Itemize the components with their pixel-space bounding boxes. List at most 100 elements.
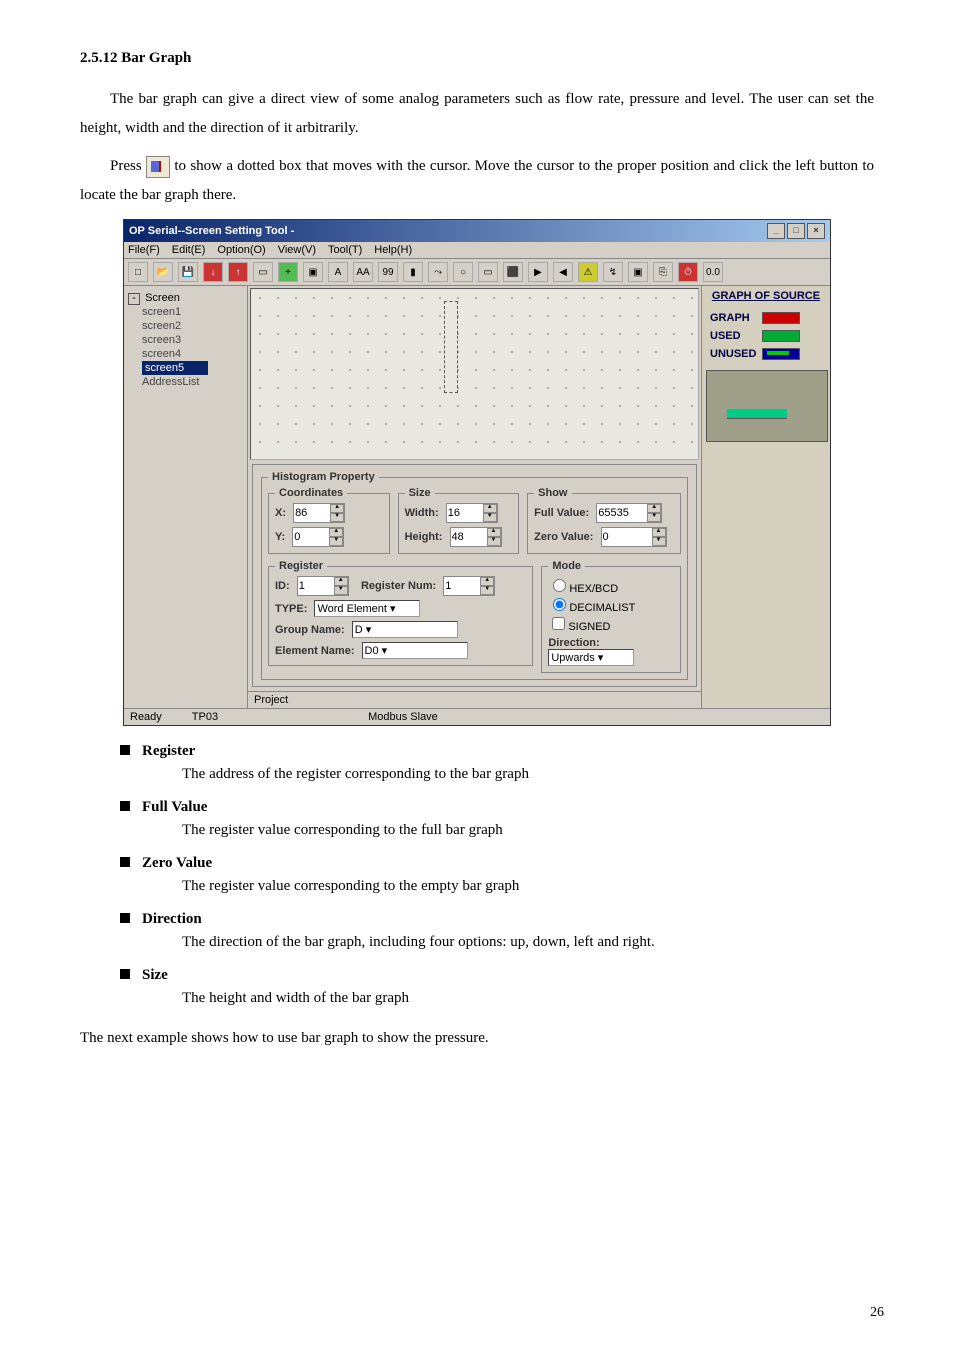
- y-spin-up[interactable]: ▲: [329, 528, 343, 537]
- up-arrow-icon[interactable]: ↑: [228, 262, 248, 282]
- width-input[interactable]: [447, 504, 483, 522]
- fullvalue-spin-up[interactable]: ▲: [647, 504, 661, 513]
- menu-edit[interactable]: Edit(E): [172, 244, 206, 256]
- flag2-icon[interactable]: ◀: [553, 262, 573, 282]
- regnum-input[interactable]: [444, 577, 480, 595]
- width-label: Width:: [405, 507, 439, 519]
- bullet-fullvalue-heading: Full Value: [142, 799, 207, 816]
- x-spin-up[interactable]: ▲: [330, 504, 344, 513]
- groupname-label: Group Name:: [275, 624, 345, 636]
- regnum-label: Register Num:: [361, 580, 436, 592]
- placement-dotted-box[interactable]: [444, 301, 458, 393]
- zerovalue-input[interactable]: [602, 528, 652, 546]
- tree-item-screen5[interactable]: screen5: [142, 361, 208, 375]
- legend-unused-label: UNUSED: [708, 346, 758, 362]
- mode-group: Mode HEX/BCD DECIMALIST SIGNED Direction…: [541, 560, 681, 673]
- tree-item-screen4[interactable]: screen4: [142, 347, 243, 361]
- flag1-icon[interactable]: ▶: [528, 262, 548, 282]
- clock-icon[interactable]: ⏱: [678, 262, 698, 282]
- num-99-icon[interactable]: 99: [378, 262, 398, 282]
- width-spin-down[interactable]: ▼: [483, 513, 497, 522]
- plus-icon[interactable]: +: [278, 262, 298, 282]
- fullvalue-input[interactable]: [597, 504, 647, 522]
- x-input[interactable]: [294, 504, 330, 522]
- y-input[interactable]: [293, 528, 329, 546]
- tree-item-screen2[interactable]: screen2: [142, 319, 243, 333]
- legend-used-label: USED: [708, 328, 758, 344]
- zerovalue-spin-down[interactable]: ▼: [652, 537, 666, 546]
- bullet-direction-text: The direction of the bar graph, includin…: [182, 930, 874, 954]
- legend-used-color: [762, 330, 800, 342]
- tree-item-screen3[interactable]: screen3: [142, 333, 243, 347]
- tool-c-icon[interactable]: ⎘: [653, 262, 673, 282]
- histogram-legend: Histogram Property: [268, 471, 379, 483]
- bullet-register-heading: Register: [142, 743, 195, 760]
- direction-select[interactable]: Upwards ▾: [548, 649, 634, 666]
- maximize-button[interactable]: □: [787, 223, 805, 239]
- section-title: 2.5.12 Bar Graph: [80, 50, 874, 67]
- minimize-button[interactable]: _: [767, 223, 785, 239]
- tree-root-label[interactable]: Screen: [145, 292, 180, 304]
- num-00-icon[interactable]: 0.0: [703, 262, 723, 282]
- new-icon[interactable]: □: [128, 262, 148, 282]
- tool-b-icon[interactable]: ▣: [628, 262, 648, 282]
- signed-checkbox[interactable]: [552, 617, 565, 630]
- text-aa-icon[interactable]: AA: [353, 262, 373, 282]
- coordinates-group: Coordinates X: ▲▼ Y: ▲▼: [268, 487, 390, 554]
- height-spin-down[interactable]: ▼: [487, 537, 501, 546]
- id-input[interactable]: [298, 577, 334, 595]
- zerovalue-label: Zero Value:: [534, 531, 593, 543]
- bargraph-icon[interactable]: ▮: [403, 262, 423, 282]
- tree-item-screen1[interactable]: screen1: [142, 305, 243, 319]
- open-icon[interactable]: 📂: [153, 262, 173, 282]
- lamp-icon[interactable]: ○: [453, 262, 473, 282]
- groupname-select[interactable]: D ▾: [352, 621, 458, 638]
- down-arrow-icon[interactable]: ↓: [203, 262, 223, 282]
- alarm-icon[interactable]: ⚠: [578, 262, 598, 282]
- box-icon[interactable]: ▣: [303, 262, 323, 282]
- x-spin-down[interactable]: ▼: [330, 513, 344, 522]
- menu-file[interactable]: File(F): [128, 244, 160, 256]
- tree-item-addresslist[interactable]: AddressList: [142, 375, 243, 389]
- coordinates-legend: Coordinates: [275, 487, 347, 499]
- menu-option[interactable]: Option(O): [217, 244, 265, 256]
- width-spin-up[interactable]: ▲: [483, 504, 497, 513]
- bullet-size-text: The height and width of the bar graph: [182, 986, 874, 1010]
- elementname-select[interactable]: D0 ▾: [362, 642, 468, 659]
- text-a-icon[interactable]: A: [328, 262, 348, 282]
- id-spin-up[interactable]: ▲: [334, 577, 348, 586]
- trend-icon[interactable]: ⤳: [428, 262, 448, 282]
- close-button[interactable]: ×: [807, 223, 825, 239]
- hexbcd-radio[interactable]: [553, 579, 566, 592]
- height-input[interactable]: [451, 528, 487, 546]
- bullet-icon: [120, 969, 130, 979]
- type-select[interactable]: Word Element ▾: [314, 600, 420, 617]
- id-spin-down[interactable]: ▼: [334, 586, 348, 595]
- legend-graph-color: [762, 312, 800, 324]
- save-icon[interactable]: 💾: [178, 262, 198, 282]
- zerovalue-spin-up[interactable]: ▲: [652, 528, 666, 537]
- y-spin-down[interactable]: ▼: [329, 537, 343, 546]
- btn-icon[interactable]: ⬛: [503, 262, 523, 282]
- canvas-area[interactable]: [250, 288, 699, 460]
- show-group: Show Full Value: ▲▼ Zero Value: ▲▼: [527, 487, 681, 554]
- size-legend: Size: [405, 487, 435, 499]
- regnum-spin-up[interactable]: ▲: [480, 577, 494, 586]
- menu-view[interactable]: View(V): [278, 244, 316, 256]
- tool-a-icon[interactable]: ↯: [603, 262, 623, 282]
- project-tab[interactable]: Project: [248, 691, 701, 708]
- legend-unused-color: [762, 348, 800, 360]
- fullvalue-spin-down[interactable]: ▼: [647, 513, 661, 522]
- show-legend: Show: [534, 487, 571, 499]
- status-model: TP03: [192, 711, 218, 723]
- height-spin-up[interactable]: ▲: [487, 528, 501, 537]
- rect-icon[interactable]: ▭: [478, 262, 498, 282]
- decimalist-radio[interactable]: [553, 598, 566, 611]
- menu-tool[interactable]: Tool(T): [328, 244, 362, 256]
- regnum-spin-down[interactable]: ▼: [480, 586, 494, 595]
- menu-help[interactable]: Help(H): [374, 244, 412, 256]
- tree-collapse-icon[interactable]: -: [128, 293, 140, 305]
- bullet-icon: [120, 801, 130, 811]
- bullet-zerovalue-text: The register value corresponding to the …: [182, 874, 874, 898]
- screen-icon[interactable]: ▭: [253, 262, 273, 282]
